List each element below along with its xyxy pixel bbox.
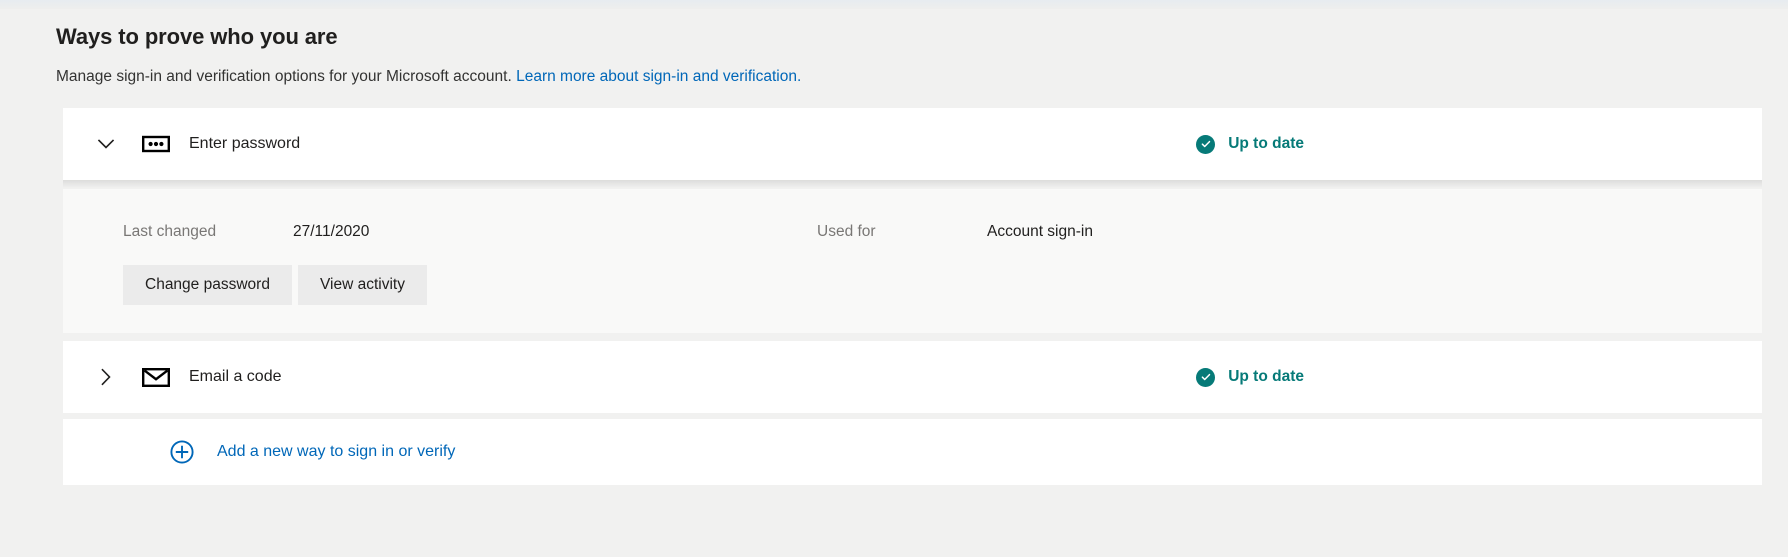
method-row-email-a-code[interactable]: Email a code Up to date bbox=[63, 341, 1762, 413]
row-separator bbox=[63, 180, 1762, 189]
panel-separator bbox=[63, 333, 1762, 341]
method-row-enter-password[interactable]: Enter password Up to date bbox=[63, 108, 1762, 188]
status-label: Up to date bbox=[1228, 135, 1304, 152]
detail-fields: Last changed 27/11/2020 Used for Account… bbox=[123, 221, 1736, 243]
field-value: Account sign-in bbox=[987, 223, 1093, 240]
detail-field-used-for: Used for Account sign-in bbox=[817, 221, 1093, 243]
change-password-button[interactable]: Change password bbox=[123, 265, 292, 305]
status-badge: Up to date bbox=[1196, 367, 1736, 387]
status-badge: Up to date bbox=[1196, 134, 1736, 154]
sign-in-methods-card: Enter password Up to date Last changed 2… bbox=[63, 108, 1762, 485]
password-dots-icon bbox=[139, 127, 173, 161]
account-security-page: Ways to prove who you are Manage sign-in… bbox=[0, 0, 1788, 557]
method-label: Enter password bbox=[189, 135, 301, 152]
add-sign-in-method-label: Add a new way to sign in or verify bbox=[217, 443, 456, 460]
envelope-icon bbox=[139, 360, 173, 394]
learn-more-link[interactable]: Learn more about sign-in and verificatio… bbox=[516, 68, 801, 85]
add-sign-in-method-row[interactable]: Add a new way to sign in or verify bbox=[63, 419, 1762, 485]
status-label: Up to date bbox=[1228, 368, 1304, 385]
view-activity-button[interactable]: View activity bbox=[297, 265, 427, 305]
method-label: Email a code bbox=[189, 368, 282, 385]
page-subtitle-text: Manage sign-in and verification options … bbox=[56, 68, 512, 85]
detail-action-buttons: Change password View activity bbox=[123, 265, 1736, 305]
field-label: Used for bbox=[817, 223, 876, 240]
check-circle-icon bbox=[1196, 134, 1216, 154]
detail-field-last-changed: Last changed 27/11/2020 bbox=[123, 221, 817, 243]
page-title: Ways to prove who you are bbox=[56, 24, 338, 49]
plus-circle-icon bbox=[167, 437, 197, 467]
page-subtitle: Manage sign-in and verification options … bbox=[56, 66, 1788, 88]
field-label: Last changed bbox=[123, 223, 217, 240]
field-value: 27/11/2020 bbox=[293, 223, 370, 240]
chevron-down-icon[interactable] bbox=[91, 129, 121, 159]
check-circle-icon bbox=[1196, 367, 1216, 387]
chevron-right-icon[interactable] bbox=[91, 362, 121, 392]
enter-password-details: Last changed 27/11/2020 Used for Account… bbox=[63, 189, 1762, 333]
